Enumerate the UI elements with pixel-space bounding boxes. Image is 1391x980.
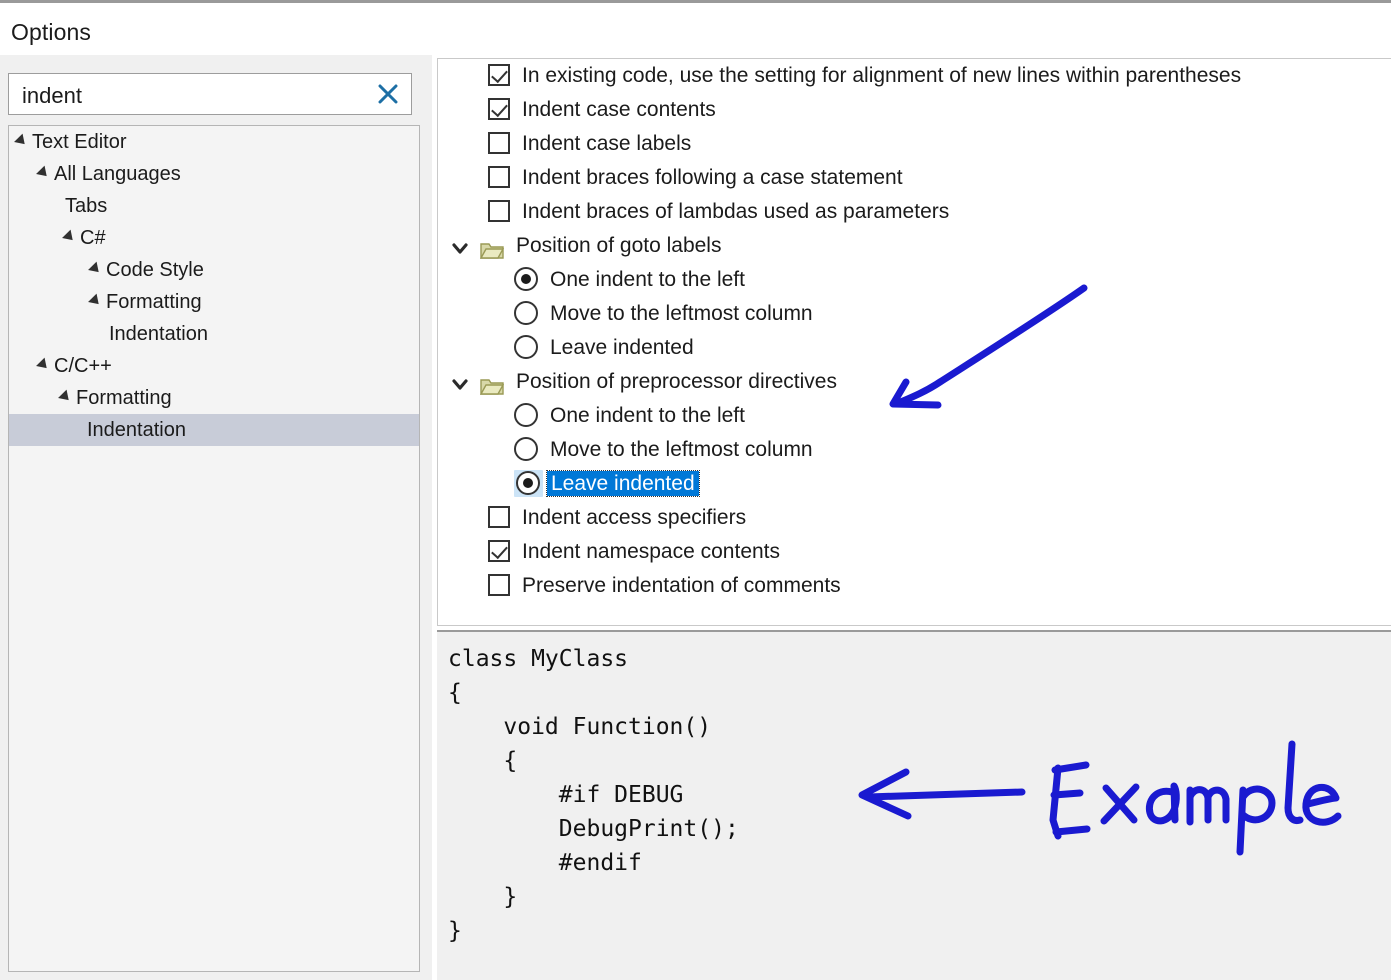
checkbox-row-in-existing-code-use-the-setting-for-ali[interactable]: In existing code, use the setting for al… [438,59,1391,93]
checkbox-row-indent-case-labels[interactable]: Indent case labels [438,127,1391,161]
radio-row-leave-indented[interactable]: Leave indented [438,331,1391,365]
radio-unselected-icon[interactable] [514,402,538,427]
group-label: Position of preprocessor directives [516,370,837,394]
checkbox-label: Indent namespace contents [522,540,781,564]
folder-icon [479,236,505,259]
title-bar: Options [0,3,1391,55]
checkbox-row-indent-braces-of-lambdas-used-as-paramet[interactable]: Indent braces of lambdas used as paramet… [438,195,1391,229]
expander-triangle-icon[interactable] [58,389,73,405]
checkbox-row-indent-access-specifiers[interactable]: Indent access specifiers [438,501,1391,535]
radio-selected-icon[interactable] [516,470,540,495]
checkbox-unchecked-icon[interactable] [488,573,510,596]
tree-item-label: Code Style [106,259,204,281]
tree-item-label: Indentation [87,419,186,441]
checkbox-label: Indent access specifiers [522,506,747,530]
tree-item-c-c[interactable]: C/C++ [9,350,419,382]
tree-item-indentation[interactable]: Indentation [9,414,419,446]
checkbox-unchecked-icon[interactable] [488,505,510,528]
radio-unselected-icon[interactable] [514,436,538,461]
checkbox-checked-icon[interactable] [488,63,510,86]
tree-item-formatting[interactable]: Formatting [9,382,419,414]
checkbox-label: In existing code, use the setting for al… [522,64,1242,88]
radio-label: Move to the leftmost column [550,302,813,326]
tree-item-c[interactable]: C# [9,222,419,254]
radio-indicator-wrap[interactable] [514,470,543,497]
tree-item-code-style[interactable]: Code Style [9,254,419,286]
tree-item-label: C/C++ [54,355,112,377]
expander-triangle-icon[interactable] [14,133,29,149]
radio-label: One indent to the left [550,268,745,292]
tree-item-indentation[interactable]: Indentation [9,318,419,350]
checkbox-unchecked-icon[interactable] [488,131,510,154]
checkbox-row-preserve-indentation-of-comments[interactable]: Preserve indentation of comments [438,569,1391,603]
group-row-position-of-preprocessor-directives[interactable]: Position of preprocessor directives [438,365,1391,399]
checkbox-row-indent-namespace-contents[interactable]: Indent namespace contents [438,535,1391,569]
checkbox-label: Indent braces of lambdas used as paramet… [522,200,950,224]
code-preview-panel: class MyClass { void Function() { #if DE… [437,630,1391,980]
right-pane: In existing code, use the setting for al… [437,58,1391,980]
close-icon[interactable] [375,81,401,107]
radio-indicator-wrap[interactable] [514,334,538,359]
code-preview-text: class MyClass { void Function() { #if DE… [448,646,739,944]
chevron-down-icon[interactable] [450,235,470,255]
radio-selected-icon[interactable] [514,266,538,291]
options-dialog: Options indent Text Editor All Languages T… [0,0,1391,980]
search-input[interactable]: indent [8,73,412,115]
checkbox-row-indent-case-contents[interactable]: Indent case contents [438,93,1391,127]
tree-item-label: Tabs [65,195,108,217]
checkbox-checked-icon[interactable] [488,539,510,562]
chevron-down-icon[interactable] [450,371,470,391]
tree-item-label: Text Editor [32,131,127,153]
tree-item-label: All Languages [54,163,181,185]
radio-unselected-icon[interactable] [514,300,538,325]
checkbox-unchecked-icon[interactable] [488,199,510,222]
radio-row-one-indent-to-the-left[interactable]: One indent to the left [438,399,1391,433]
tree-item-formatting[interactable]: Formatting [9,286,419,318]
radio-row-leave-indented[interactable]: Leave indented [438,467,1391,501]
expander-triangle-icon[interactable] [88,293,103,309]
left-pane: indent Text Editor All Languages Tabs C# Cod… [0,55,432,980]
checkbox-label: Preserve indentation of comments [522,574,841,598]
radio-label: Move to the leftmost column [550,438,813,462]
tree-item-label: Formatting [106,291,202,313]
expander-triangle-icon[interactable] [36,165,51,181]
checkbox-label: Indent case labels [522,132,692,156]
settings-list[interactable]: In existing code, use the setting for al… [437,58,1391,626]
radio-indicator-wrap[interactable] [514,436,538,461]
tree-item-tabs[interactable]: Tabs [9,190,419,222]
folder-icon [479,372,505,395]
radio-label: Leave indented [546,470,700,498]
radio-row-one-indent-to-the-left[interactable]: One indent to the left [438,263,1391,297]
radio-row-move-to-the-leftmost-column[interactable]: Move to the leftmost column [438,297,1391,331]
radio-row-move-to-the-leftmost-column[interactable]: Move to the leftmost column [438,433,1391,467]
expander-triangle-icon[interactable] [36,357,51,373]
expander-triangle-icon[interactable] [62,229,77,245]
group-label: Position of goto labels [516,234,722,258]
page-title: Options [11,19,91,45]
radio-indicator-wrap[interactable] [514,300,538,325]
checkbox-checked-icon[interactable] [488,97,510,120]
tree-item-text-editor[interactable]: Text Editor [9,126,419,158]
radio-label: One indent to the left [550,404,745,428]
search-input-value: indent [22,83,82,108]
tree-item-label: C# [80,227,106,249]
checkbox-row-indent-braces-following-a-case-statement[interactable]: Indent braces following a case statement [438,161,1391,195]
options-tree[interactable]: Text Editor All Languages Tabs C# Code Style… [8,125,420,972]
radio-unselected-icon[interactable] [514,334,538,359]
radio-indicator-wrap[interactable] [514,402,538,427]
tree-item-label: Indentation [109,323,208,345]
tree-item-label: Formatting [76,387,172,409]
tree-item-all-languages[interactable]: All Languages [9,158,419,190]
radio-indicator-wrap[interactable] [514,266,538,291]
group-row-position-of-goto-labels[interactable]: Position of goto labels [438,229,1391,263]
expander-triangle-icon[interactable] [88,261,103,277]
radio-label: Leave indented [550,336,694,360]
checkbox-label: Indent case contents [522,98,716,122]
checkbox-unchecked-icon[interactable] [488,165,510,188]
checkbox-label: Indent braces following a case statement [522,166,903,190]
